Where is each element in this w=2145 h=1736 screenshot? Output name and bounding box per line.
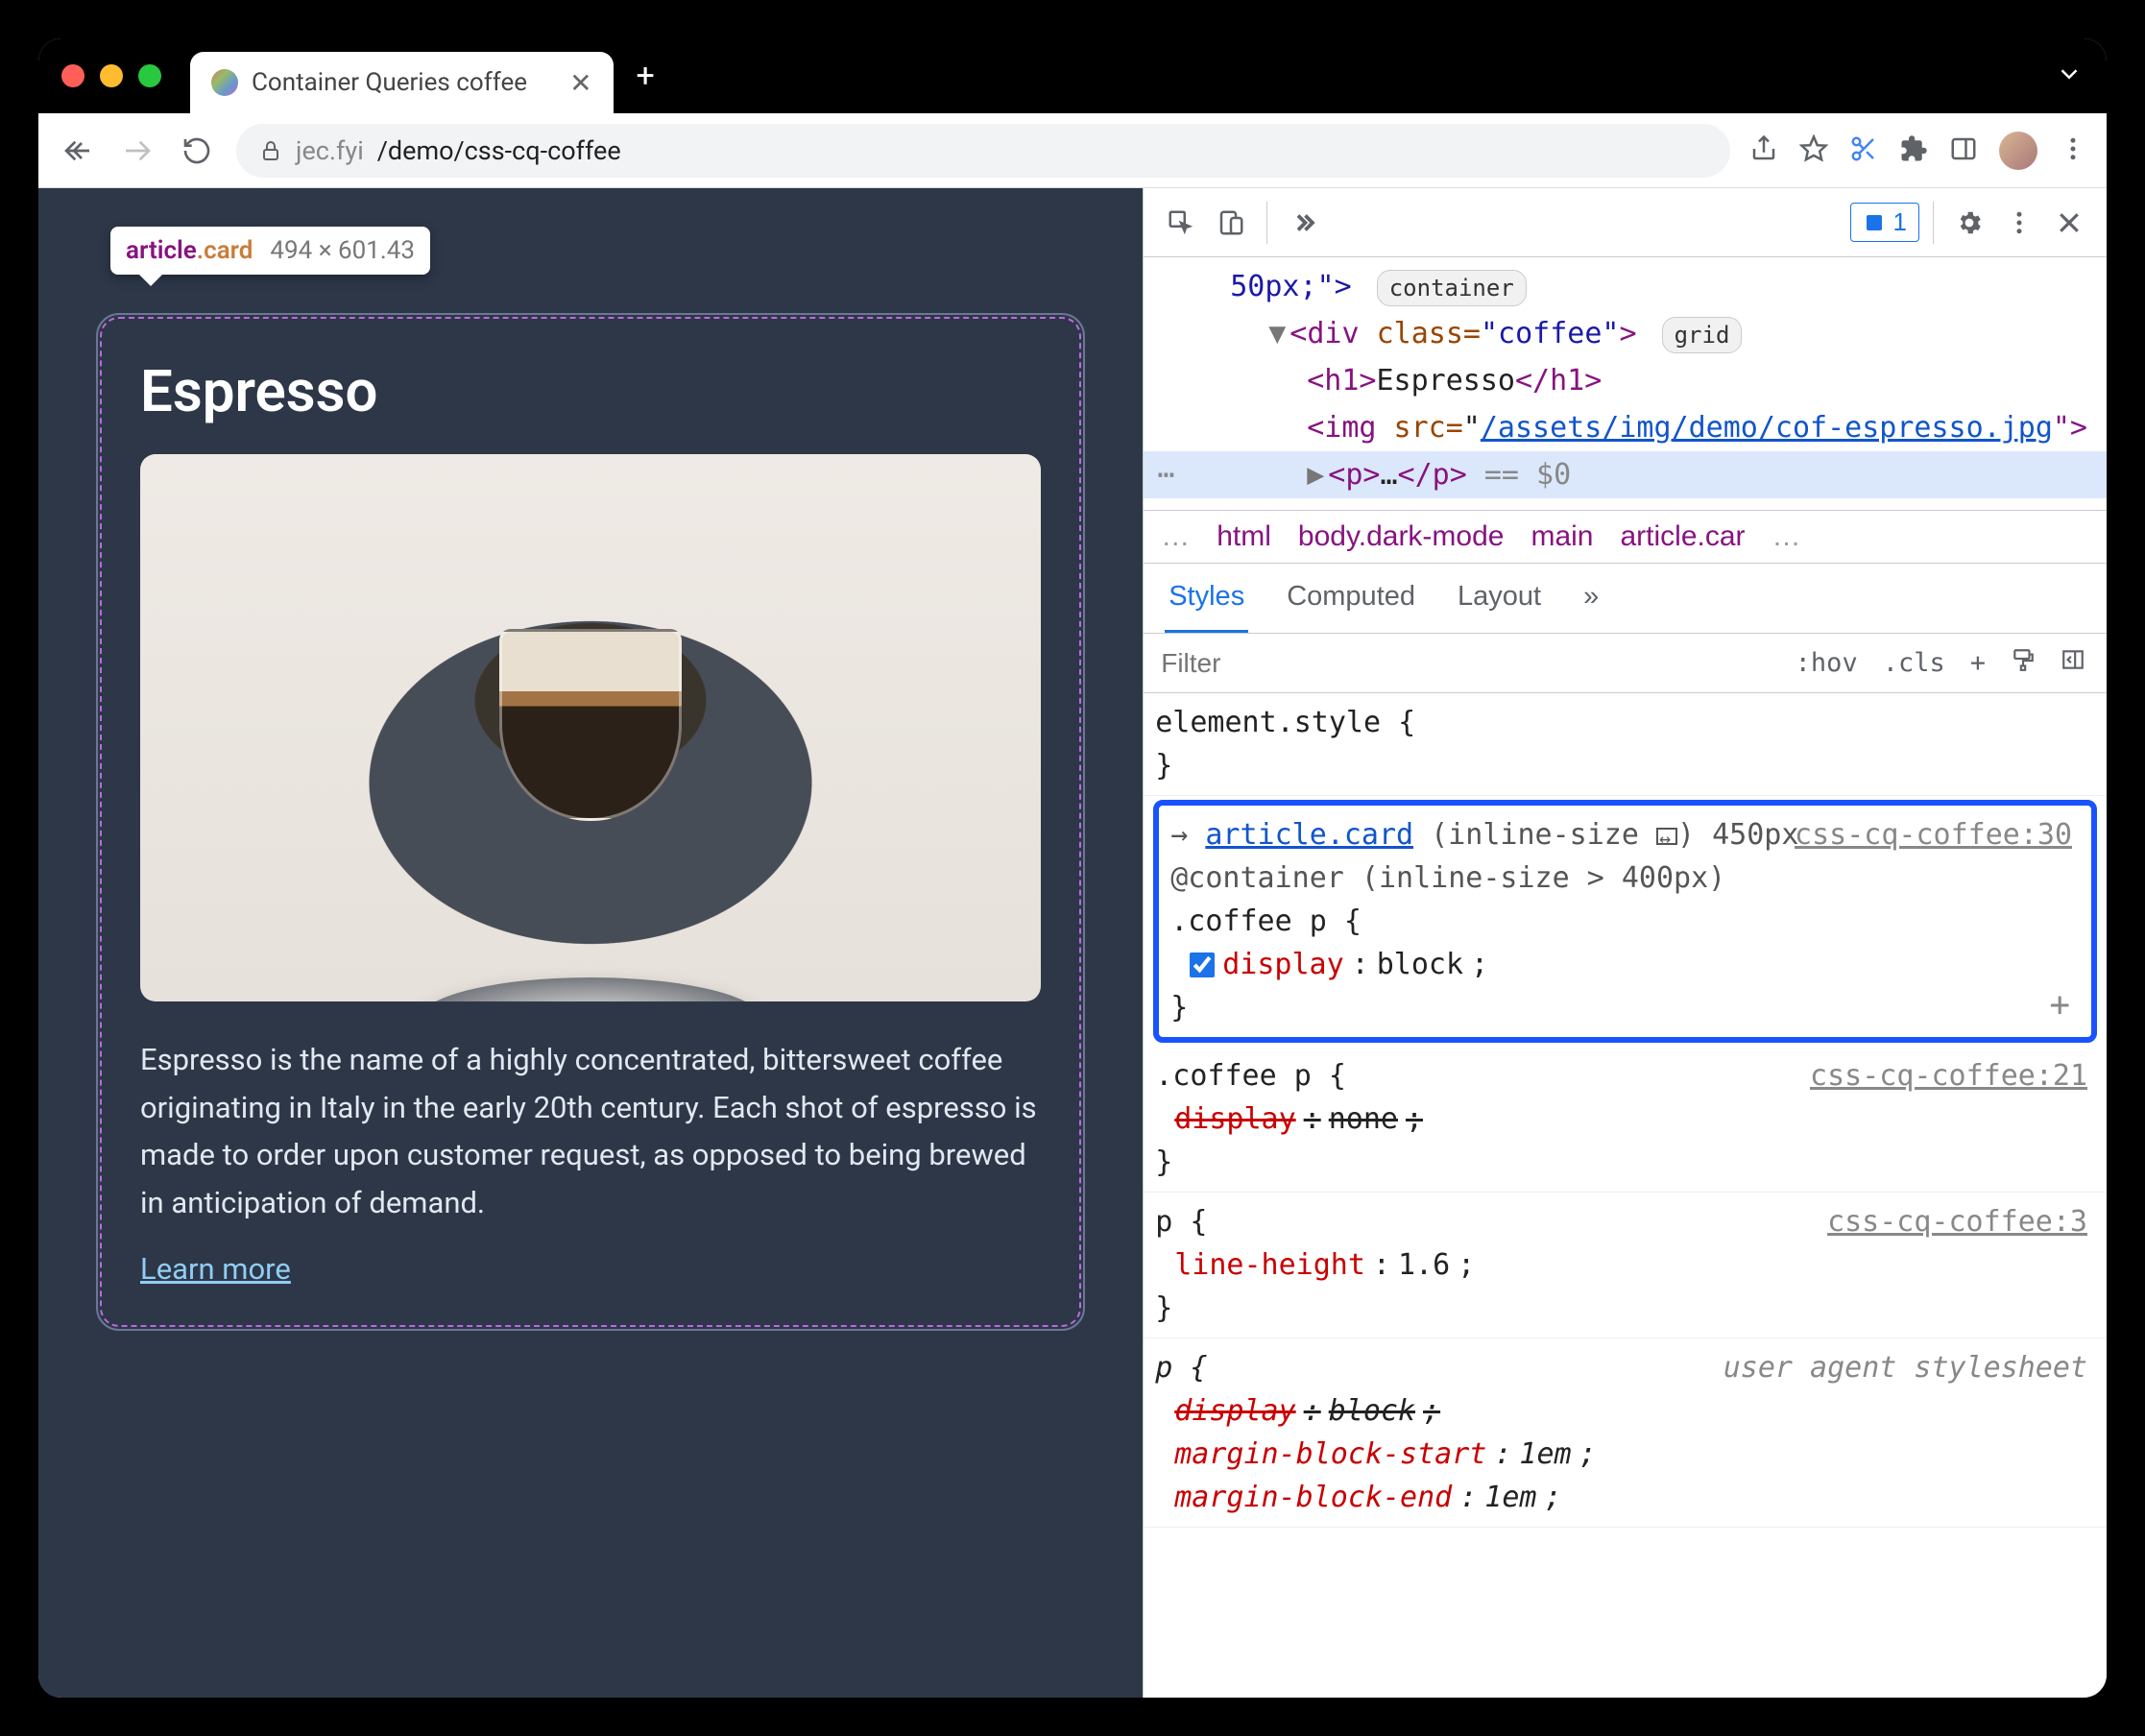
grid-badge[interactable]: grid <box>1662 317 1743 353</box>
toggle-sidebar-icon[interactable] <box>2053 641 2093 685</box>
card-paragraph: Espresso is the name of a highly concent… <box>140 1036 1041 1226</box>
styles-body: element.style { } → article.card (inline… <box>1144 693 2107 1698</box>
issue-count: 1 <box>1893 207 1907 237</box>
rule4-source: user agent stylesheet <box>1723 1346 2087 1389</box>
titlebar: Container Queries coffee ✕ + <box>38 38 2107 113</box>
tooltip-element: article <box>126 236 197 265</box>
inspect-element-icon[interactable] <box>1159 201 1203 245</box>
styles-tabs: Styles Computed Layout » <box>1144 564 2107 634</box>
tooltip-dimensions: 494 × 601.43 <box>270 236 415 265</box>
inspect-tooltip: article.card 494 × 601.43 <box>110 227 430 275</box>
new-tab-button[interactable]: + <box>637 57 655 95</box>
kebab-menu-icon[interactable] <box>1997 201 2041 245</box>
decl-checkbox[interactable] <box>1190 952 1215 977</box>
extensions-icon[interactable] <box>1899 134 1928 167</box>
bookmark-icon[interactable] <box>1799 134 1828 167</box>
tab-more[interactable]: » <box>1579 564 1603 633</box>
sidepanel-icon[interactable] <box>1949 134 1978 167</box>
crumb-html[interactable]: html <box>1217 520 1271 553</box>
rule-user-agent[interactable]: p { user agent stylesheet display: block… <box>1144 1338 2107 1528</box>
card-heading: Espresso <box>140 357 1041 425</box>
lock-icon <box>259 139 282 162</box>
elements-line-style[interactable]: 50px;"> container <box>1144 263 2107 310</box>
elements-line-div[interactable]: ▼<div class="coffee"> grid <box>1144 310 2107 357</box>
minimize-window-button[interactable] <box>100 64 123 87</box>
rule-element-style[interactable]: element.style { } <box>1144 693 2107 796</box>
url-path: /demo/css-cq-coffee <box>377 135 621 166</box>
url-host: jec.fyi <box>296 135 364 166</box>
crumb-ell-left[interactable]: … <box>1161 520 1190 553</box>
rule3-source[interactable]: css-cq-coffee:3 <box>1827 1200 2087 1243</box>
tab-close-button[interactable]: ✕ <box>569 67 591 99</box>
crumb-article[interactable]: article.car <box>1621 520 1746 553</box>
maximize-window-button[interactable] <box>138 64 161 87</box>
browser-tab[interactable]: Container Queries coffee ✕ <box>190 52 614 113</box>
browser-toolbar: jec.fyi/demo/css-cq-coffee <box>38 113 2107 188</box>
issues-badge[interactable]: 1 <box>1850 203 1919 242</box>
cls-toggle[interactable]: .cls <box>1875 642 1953 684</box>
devtools-topbar: 1 <box>1144 188 2107 257</box>
browser-window: Container Queries coffee ✕ + jec.fyi/dem… <box>38 38 2107 1698</box>
elements-line-img[interactable]: <img src="/assets/img/demo/cof-espresso.… <box>1144 404 2107 451</box>
crumb-main[interactable]: main <box>1530 520 1593 553</box>
styles-toolbar: :hov .cls + <box>1144 634 2107 693</box>
rule-container-query[interactable]: → article.card (inline-size ) 450px @con… <box>1153 800 2097 1043</box>
scissors-icon[interactable] <box>1849 134 1878 167</box>
content-area: article.card 494 × 601.43 Espresso Espre… <box>38 188 2107 1698</box>
hov-toggle[interactable]: :hov <box>1788 642 1866 684</box>
tooltip-class: .card <box>197 236 253 265</box>
tab-computed[interactable]: Computed <box>1283 564 1419 633</box>
more-tabs-icon[interactable] <box>1281 201 1325 245</box>
reload-button[interactable] <box>177 131 217 171</box>
rule2-source[interactable]: css-cq-coffee:21 <box>1810 1054 2087 1097</box>
back-button[interactable] <box>58 131 98 171</box>
tab-styles[interactable]: Styles <box>1165 564 1248 633</box>
crumb-ell-right[interactable]: … <box>1772 520 1801 553</box>
page-preview: article.card 494 × 601.43 Espresso Espre… <box>38 188 1143 1698</box>
elements-line-p-selected[interactable]: ▶<p>…</p> == $0 <box>1144 451 2107 498</box>
elements-breadcrumbs: … html body.dark-mode main article.car … <box>1144 510 2107 564</box>
profile-avatar[interactable] <box>1999 132 2037 170</box>
issue-icon <box>1863 211 1886 234</box>
settings-icon[interactable] <box>1947 201 1991 245</box>
crumb-body[interactable]: body.dark-mode <box>1298 520 1505 553</box>
container-badge[interactable]: container <box>1377 270 1527 306</box>
rule-p-lh[interactable]: p { css-cq-coffee:3 line-height: 1.6; } <box>1144 1193 2107 1338</box>
article-card: Espresso Espresso is the name of a highl… <box>96 313 1085 1331</box>
styles-filter-input[interactable] <box>1157 639 1777 688</box>
coffee-image <box>140 454 1041 1001</box>
close-window-button[interactable] <box>61 64 84 87</box>
paint-icon[interactable] <box>2003 641 2043 685</box>
tab-title: Container Queries coffee <box>252 68 527 97</box>
devtools-panel: 1 50px;"> container ▼<div class="coffee"… <box>1143 188 2107 1698</box>
menu-icon[interactable] <box>2059 134 2087 167</box>
url-bar[interactable]: jec.fyi/demo/css-cq-coffee <box>236 124 1730 178</box>
forward-button[interactable] <box>117 131 157 171</box>
share-icon[interactable] <box>1749 134 1778 167</box>
traffic-lights <box>61 64 161 87</box>
window-chevron[interactable] <box>2055 60 2084 92</box>
tab-layout[interactable]: Layout <box>1454 564 1545 633</box>
tab-favicon <box>211 69 238 96</box>
new-rule-button[interactable]: + <box>1963 642 1993 684</box>
close-devtools-icon[interactable] <box>2047 201 2091 245</box>
learn-more-link[interactable]: Learn more <box>140 1251 291 1287</box>
rule1-source[interactable]: css-cq-coffee:30 <box>1795 813 2072 856</box>
device-toolbar-icon[interactable] <box>1209 201 1253 245</box>
elements-tree[interactable]: 50px;"> container ▼<div class="coffee"> … <box>1144 257 2107 510</box>
add-declaration-button[interactable]: + <box>2049 979 2070 1031</box>
card-inner: Espresso Espresso is the name of a highl… <box>100 317 1081 1327</box>
rule-coffee-p[interactable]: .coffee p { css-cq-coffee:21 display: no… <box>1144 1047 2107 1193</box>
elements-line-h1[interactable]: <h1>Espresso</h1> <box>1144 357 2107 404</box>
